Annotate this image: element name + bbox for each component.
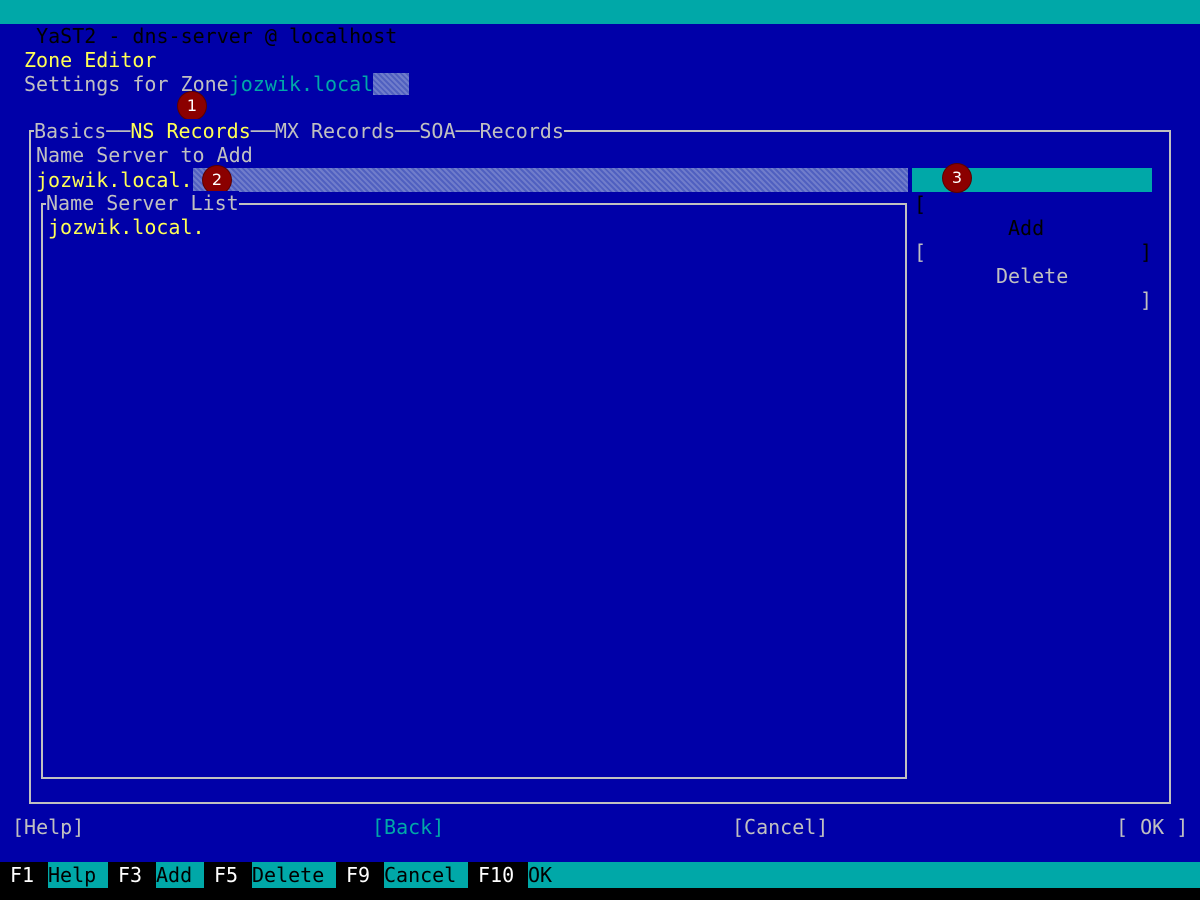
- fkey-f1-help[interactable]: Help: [48, 862, 97, 888]
- zone-name: jozwik.local: [228, 72, 374, 96]
- tab-records[interactable]: Records: [480, 119, 564, 143]
- ns-list-title: Name Server List: [46, 191, 239, 215]
- marker-3: 3: [943, 164, 971, 192]
- fkey-f10-ok[interactable]: OK: [528, 862, 553, 888]
- ok-button[interactable]: [ OK ]: [1116, 815, 1188, 839]
- fkey-f3-add[interactable]: Add: [156, 862, 193, 888]
- ns-input[interactable]: jozwik.local.: [36, 168, 908, 192]
- window-title: YaST2 - dns-server @ localhost: [36, 24, 398, 48]
- help-button[interactable]: [Help]: [12, 815, 84, 839]
- fkey-f10-key: F10: [468, 862, 528, 888]
- ns-list-frame: [41, 203, 907, 779]
- tab-ns-records[interactable]: NS Records: [130, 119, 250, 143]
- cancel-button[interactable]: [Cancel]: [732, 815, 828, 839]
- zone-subtitle: Settings for Zonejozwik.local: [24, 72, 410, 96]
- fkey-f5-key: F5: [204, 862, 252, 888]
- back-button[interactable]: [Back]: [372, 815, 444, 839]
- tab-basics[interactable]: Basics: [34, 119, 106, 143]
- fkey-f9-key: F9: [336, 862, 384, 888]
- ns-input-value: jozwik.local.: [36, 168, 193, 192]
- tab-bar: Basics──NS Records──MX Records──SOA──Rec…: [34, 119, 564, 143]
- delete-button-label: Delete: [996, 264, 1069, 288]
- delete-button[interactable]: [ Delete ]: [912, 216, 1152, 312]
- tab-soa[interactable]: SOA: [419, 119, 455, 143]
- zone-name-fill: [373, 73, 410, 95]
- marker-2: 2: [203, 166, 231, 194]
- tab-mx-records[interactable]: MX Records: [275, 119, 395, 143]
- fkey-f9-cancel[interactable]: Cancel: [384, 862, 457, 888]
- fkey-f1-key: F1: [0, 862, 48, 888]
- ns-list-item[interactable]: jozwik.local.: [48, 215, 205, 239]
- window-title-bar: YaST2 - dns-server @ localhost: [0, 0, 1200, 48]
- page-title: Zone Editor: [24, 48, 157, 72]
- marker-1: 1: [178, 92, 206, 120]
- fkey-f5-delete[interactable]: Delete: [252, 862, 325, 888]
- function-key-bar: F1 Help F3 Add F5 Delete F9 Cancel F10 O…: [0, 862, 1200, 888]
- ns-field-label: Name Server to Add: [36, 143, 253, 167]
- fkey-f3-key: F3: [108, 862, 156, 888]
- screen-bottom-border: [0, 888, 1200, 900]
